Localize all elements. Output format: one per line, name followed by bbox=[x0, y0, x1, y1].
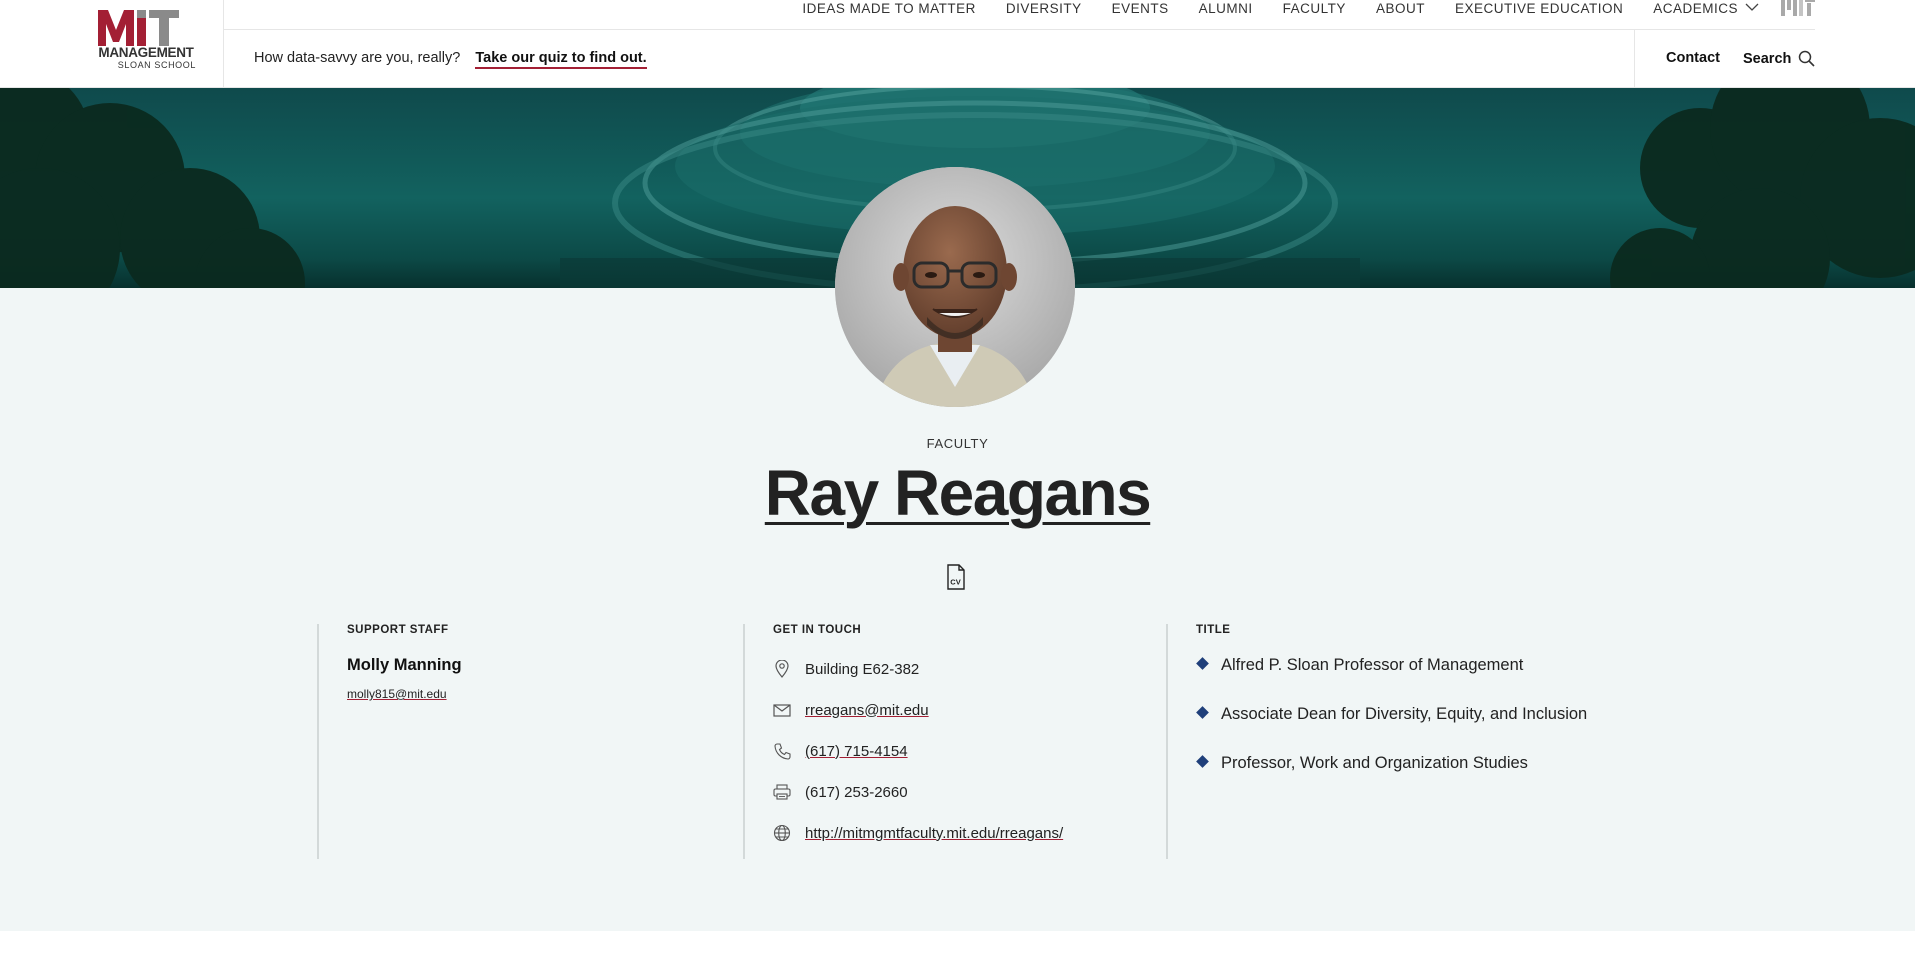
diamond-bullet-icon bbox=[1196, 657, 1209, 670]
diamond-bullet-icon bbox=[1196, 706, 1209, 719]
contact-column: GET IN TOUCH Building E62-382 rreagans@m… bbox=[743, 624, 1167, 859]
title-text: Professor, Work and Organization Studies bbox=[1221, 754, 1528, 772]
contact-building-row: Building E62-382 bbox=[773, 660, 919, 678]
mit-sloan-logo[interactable]: MANAGEMENT SLOAN SCHOOL bbox=[95, 10, 197, 70]
logo-management-text: MANAGEMENT bbox=[98, 45, 194, 60]
contact-website-row: http://mitmgmtfaculty.mit.edu/rreagans/ bbox=[773, 824, 1063, 842]
promo-quiz-link[interactable]: Take our quiz to find out. bbox=[475, 50, 647, 69]
portrait-illustration bbox=[835, 167, 1075, 407]
contact-email-row: rreagans@mit.edu bbox=[773, 701, 929, 719]
printer-fax-icon bbox=[773, 783, 791, 801]
mit-logo-mark bbox=[98, 10, 179, 46]
search-button[interactable]: Search bbox=[1743, 50, 1815, 67]
title-list-item: Associate Dean for Diversity, Equity, an… bbox=[1196, 705, 1587, 724]
logo-sloan-text: SLOAN SCHOOL bbox=[117, 60, 196, 70]
contact-fax-row: (617) 253-2660 bbox=[773, 783, 908, 801]
site-header: MANAGEMENT SLOAN SCHOOL IDEAS MADE TO MA… bbox=[0, 0, 1915, 88]
phone-icon bbox=[773, 742, 791, 760]
contact-building: Building E62-382 bbox=[805, 660, 920, 678]
logo-column: MANAGEMENT SLOAN SCHOOL bbox=[0, 0, 224, 88]
nav-executive-education[interactable]: EXECUTIVE EDUCATION bbox=[1455, 1, 1623, 16]
title-list-item: Professor, Work and Organization Studies bbox=[1196, 754, 1528, 773]
search-icon bbox=[1799, 50, 1815, 67]
contact-fax: (617) 253-2660 bbox=[805, 783, 908, 801]
nav-about[interactable]: ABOUT bbox=[1376, 1, 1425, 16]
nav-academics[interactable]: ACADEMICS bbox=[1653, 1, 1759, 16]
globe-icon bbox=[773, 824, 791, 842]
profile-eyebrow: FACULTY bbox=[926, 436, 989, 451]
title-text: Alfred P. Sloan Professor of Management bbox=[1221, 656, 1524, 674]
title-list-item: Alfred P. Sloan Professor of Management bbox=[1196, 656, 1523, 675]
support-staff-name: Molly Manning bbox=[347, 656, 462, 674]
nav-ideas-made-to-matter[interactable]: IDEAS MADE TO MATTER bbox=[802, 1, 976, 16]
nav-academics-label: ACADEMICS bbox=[1653, 0, 1738, 16]
utility-links: Contact Search bbox=[1634, 30, 1915, 88]
profile-name-link[interactable]: Ray Reagans bbox=[765, 457, 1152, 529]
cv-document-icon[interactable]: CV bbox=[945, 564, 967, 590]
contact-email-link[interactable]: rreagans@mit.edu bbox=[805, 702, 929, 719]
title-column: TITLE Alfred P. Sloan Professor of Manag… bbox=[1166, 624, 1596, 859]
contact-website-link[interactable]: http://mitmgmtfaculty.mit.edu/rreagans/ bbox=[805, 825, 1063, 842]
map-pin-icon bbox=[773, 660, 791, 678]
support-staff-heading: SUPPORT STAFF bbox=[347, 624, 449, 636]
main-navigation: IDEAS MADE TO MATTER DIVERSITY EVENTS AL… bbox=[224, 0, 1815, 30]
contact-phone-link[interactable]: (617) 715-4154 bbox=[805, 743, 908, 760]
diamond-bullet-icon bbox=[1196, 755, 1209, 768]
nav-alumni[interactable]: ALUMNI bbox=[1199, 1, 1253, 16]
promo-bar: How data-savvy are you, really? Take our… bbox=[254, 50, 647, 69]
title-heading: TITLE bbox=[1196, 624, 1231, 636]
nav-diversity[interactable]: DIVERSITY bbox=[1006, 1, 1082, 16]
mit-wordmark-icon[interactable] bbox=[1781, 0, 1815, 16]
nav-events[interactable]: EVENTS bbox=[1112, 1, 1169, 16]
search-label: Search bbox=[1743, 50, 1792, 67]
title-text: Associate Dean for Diversity, Equity, an… bbox=[1221, 705, 1588, 723]
support-staff-column: SUPPORT STAFF Molly Manning molly815@mit… bbox=[317, 624, 743, 859]
svg-text:CV: CV bbox=[950, 578, 960, 587]
nav-faculty[interactable]: FACULTY bbox=[1283, 1, 1346, 16]
promo-text: How data-savvy are you, really? bbox=[254, 50, 461, 66]
main-navigation-list: IDEAS MADE TO MATTER DIVERSITY EVENTS AL… bbox=[772, 0, 1815, 16]
contact-link[interactable]: Contact bbox=[1666, 50, 1720, 66]
contact-heading: GET IN TOUCH bbox=[773, 624, 862, 636]
envelope-icon bbox=[773, 701, 791, 719]
support-staff-email-link[interactable]: molly815@mit.edu bbox=[347, 687, 447, 701]
page-bottom bbox=[0, 931, 1915, 965]
chevron-down-icon bbox=[1745, 3, 1759, 11]
profile-photo bbox=[835, 167, 1075, 407]
contact-phone-row: (617) 715-4154 bbox=[773, 742, 908, 760]
profile-name-heading: Ray Reagans bbox=[0, 456, 1915, 530]
